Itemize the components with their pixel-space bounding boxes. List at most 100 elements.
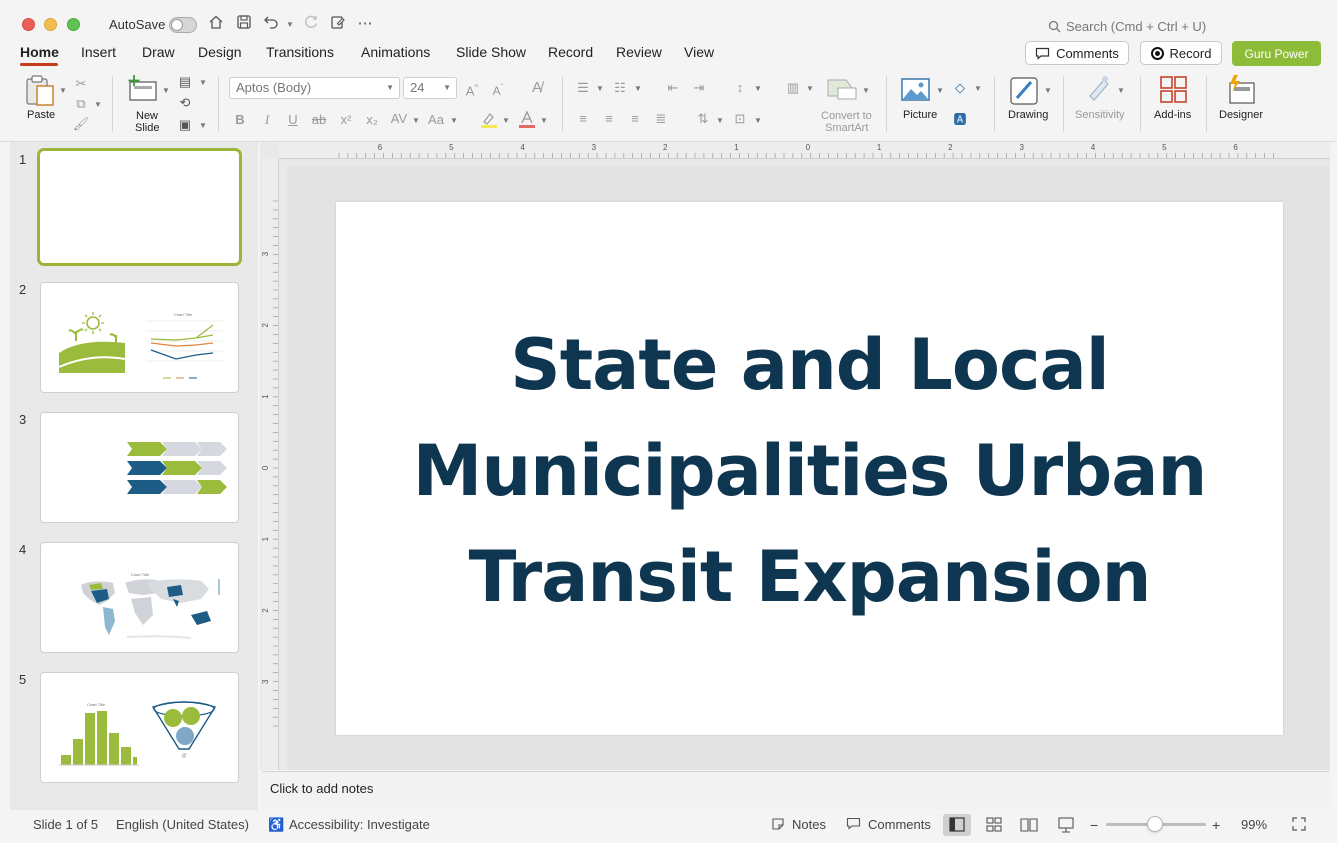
section-dropdown-chevron-icon[interactable]: ▼ bbox=[199, 121, 207, 130]
section-icon[interactable]: ▣ bbox=[176, 116, 194, 134]
text-direction-chevron-icon[interactable]: ▼ bbox=[716, 116, 724, 125]
align-text-chevron-icon[interactable]: ▼ bbox=[754, 116, 762, 125]
sensitivity-chevron-icon[interactable]: ▼ bbox=[1117, 86, 1125, 95]
smartart-icon[interactable] bbox=[826, 76, 858, 102]
slide-thumbnail-2[interactable]: Chart Title bbox=[40, 282, 239, 393]
tab-insert[interactable]: Insert bbox=[81, 44, 116, 60]
new-slide-dropdown-chevron-icon[interactable]: ▼ bbox=[162, 86, 170, 95]
zoom-in-icon[interactable]: + bbox=[1212, 817, 1220, 833]
clear-formatting-icon[interactable]: A̸ bbox=[528, 79, 546, 97]
tab-draw[interactable]: Draw bbox=[142, 44, 175, 60]
font-color-icon[interactable] bbox=[517, 110, 537, 130]
minimize-window-button[interactable] bbox=[44, 18, 57, 31]
superscript-icon[interactable]: x² bbox=[337, 111, 355, 129]
slide-thumbnail-1[interactable] bbox=[37, 148, 242, 266]
record-button[interactable]: Record bbox=[1140, 41, 1222, 65]
home-icon[interactable] bbox=[206, 14, 226, 34]
tab-animations[interactable]: Animations bbox=[361, 44, 430, 60]
autosave-toggle[interactable] bbox=[169, 17, 197, 33]
more-options-icon[interactable]: ⋯ bbox=[355, 14, 375, 34]
tab-transitions[interactable]: Transitions bbox=[266, 44, 334, 60]
slide-thumbnail-3[interactable] bbox=[40, 412, 239, 523]
tab-home[interactable]: Home bbox=[20, 44, 59, 60]
align-left-icon[interactable]: ≡ bbox=[574, 110, 592, 128]
fit-to-window-icon[interactable] bbox=[1292, 817, 1306, 834]
new-slide-icon[interactable] bbox=[126, 74, 160, 104]
columns-icon[interactable]: ▥ bbox=[784, 79, 802, 97]
cut-icon[interactable]: ✂ bbox=[72, 75, 90, 93]
bold-icon[interactable]: B bbox=[231, 111, 249, 129]
change-case-chevron-icon[interactable]: ▼ bbox=[450, 116, 458, 125]
numbering-chevron-icon[interactable]: ▼ bbox=[634, 84, 642, 93]
layout-icon[interactable]: ▤ bbox=[176, 73, 194, 91]
guru-power-button[interactable]: Guru Power bbox=[1232, 41, 1321, 66]
comments-toggle-label[interactable]: Comments bbox=[868, 817, 931, 832]
format-painter-icon[interactable]: 🖌 bbox=[72, 115, 90, 133]
text-direction-icon[interactable]: ⇅ bbox=[694, 110, 712, 128]
tab-design[interactable]: Design bbox=[198, 44, 242, 60]
notes-toggle-icon[interactable] bbox=[771, 817, 785, 834]
comments-button[interactable]: Comments bbox=[1025, 41, 1129, 65]
font-size-select[interactable]: 24 ▼ bbox=[403, 77, 457, 99]
undo-icon[interactable] bbox=[261, 14, 281, 34]
undo-dropdown-chevron-icon[interactable]: ▼ bbox=[286, 20, 294, 29]
notes-pane[interactable]: Click to add notes bbox=[262, 771, 1330, 810]
character-spacing-chevron-icon[interactable]: ▼ bbox=[412, 116, 420, 125]
italic-icon[interactable]: I bbox=[258, 111, 276, 129]
zoom-slider-handle[interactable] bbox=[1147, 816, 1163, 832]
line-spacing-icon[interactable]: ↕ bbox=[731, 79, 749, 97]
slide-thumbnail-4[interactable]: Chart Title bbox=[40, 542, 239, 653]
slide-title[interactable]: State and Local Municipalities Urban Tra… bbox=[396, 312, 1223, 630]
current-slide[interactable]: State and Local Municipalities Urban Tra… bbox=[336, 202, 1283, 735]
increase-font-size-icon[interactable]: A^ bbox=[463, 79, 481, 98]
accessibility-status[interactable]: Accessibility: Investigate bbox=[289, 817, 430, 832]
zoom-level[interactable]: 99% bbox=[1241, 817, 1267, 832]
align-right-icon[interactable]: ≡ bbox=[626, 110, 644, 128]
text-box-icon[interactable]: 🅰 bbox=[951, 111, 969, 129]
highlight-chevron-icon[interactable]: ▼ bbox=[502, 116, 510, 125]
close-window-button[interactable] bbox=[22, 18, 35, 31]
sensitivity-icon[interactable] bbox=[1086, 74, 1112, 104]
reading-view-button[interactable] bbox=[1015, 814, 1043, 836]
font-name-select[interactable]: Aptos (Body) ▼ bbox=[229, 77, 400, 99]
bullets-icon[interactable]: ☰ bbox=[574, 79, 592, 97]
zoom-out-icon[interactable]: − bbox=[1090, 817, 1098, 833]
layout-dropdown-chevron-icon[interactable]: ▼ bbox=[199, 78, 207, 87]
shapes-chevron-icon[interactable]: ▼ bbox=[974, 84, 982, 93]
numbering-icon[interactable]: ☷ bbox=[611, 79, 629, 97]
slide-thumbnail-5[interactable]: Chart Title @ bbox=[40, 672, 239, 783]
drawing-icon[interactable] bbox=[1009, 76, 1041, 106]
reset-slide-icon[interactable]: ⟲ bbox=[176, 94, 194, 112]
tab-review[interactable]: Review bbox=[616, 44, 662, 60]
notes-toggle-label[interactable]: Notes bbox=[792, 817, 826, 832]
tab-view[interactable]: View bbox=[684, 44, 714, 60]
redo-icon[interactable] bbox=[301, 14, 321, 34]
character-spacing-icon[interactable]: AV bbox=[388, 110, 410, 128]
align-center-icon[interactable]: ≡ bbox=[600, 110, 618, 128]
save-icon[interactable] bbox=[234, 14, 254, 34]
designer-icon[interactable] bbox=[1225, 74, 1257, 106]
increase-indent-icon[interactable]: ⇥ bbox=[690, 79, 708, 97]
paste-dropdown-chevron-icon[interactable]: ▼ bbox=[59, 86, 67, 95]
customize-toolbar-icon[interactable] bbox=[328, 14, 348, 34]
decrease-indent-icon[interactable]: ⇤ bbox=[664, 79, 682, 97]
picture-icon[interactable] bbox=[900, 76, 932, 104]
add-ins-icon[interactable] bbox=[1159, 75, 1189, 105]
copy-dropdown-chevron-icon[interactable]: ▼ bbox=[94, 100, 102, 109]
underline-icon[interactable]: U bbox=[284, 111, 302, 129]
normal-view-button[interactable] bbox=[943, 814, 971, 836]
accessibility-icon[interactable]: ♿ bbox=[268, 817, 284, 833]
line-spacing-chevron-icon[interactable]: ▼ bbox=[754, 84, 762, 93]
highlight-icon[interactable] bbox=[479, 110, 499, 130]
change-case-icon[interactable]: Aa bbox=[426, 111, 446, 129]
language-indicator[interactable]: English (United States) bbox=[116, 817, 249, 832]
strikethrough-icon[interactable]: ab bbox=[310, 111, 328, 129]
align-text-icon[interactable]: ⊡ bbox=[731, 110, 749, 128]
comments-toggle-icon[interactable] bbox=[846, 817, 861, 833]
picture-chevron-icon[interactable]: ▼ bbox=[936, 86, 944, 95]
font-color-chevron-icon[interactable]: ▼ bbox=[540, 116, 548, 125]
slide-sorter-view-button[interactable] bbox=[980, 814, 1008, 836]
shapes-icon[interactable]: ◇ bbox=[951, 79, 969, 97]
columns-chevron-icon[interactable]: ▼ bbox=[806, 84, 814, 93]
tab-record[interactable]: Record bbox=[548, 44, 593, 60]
